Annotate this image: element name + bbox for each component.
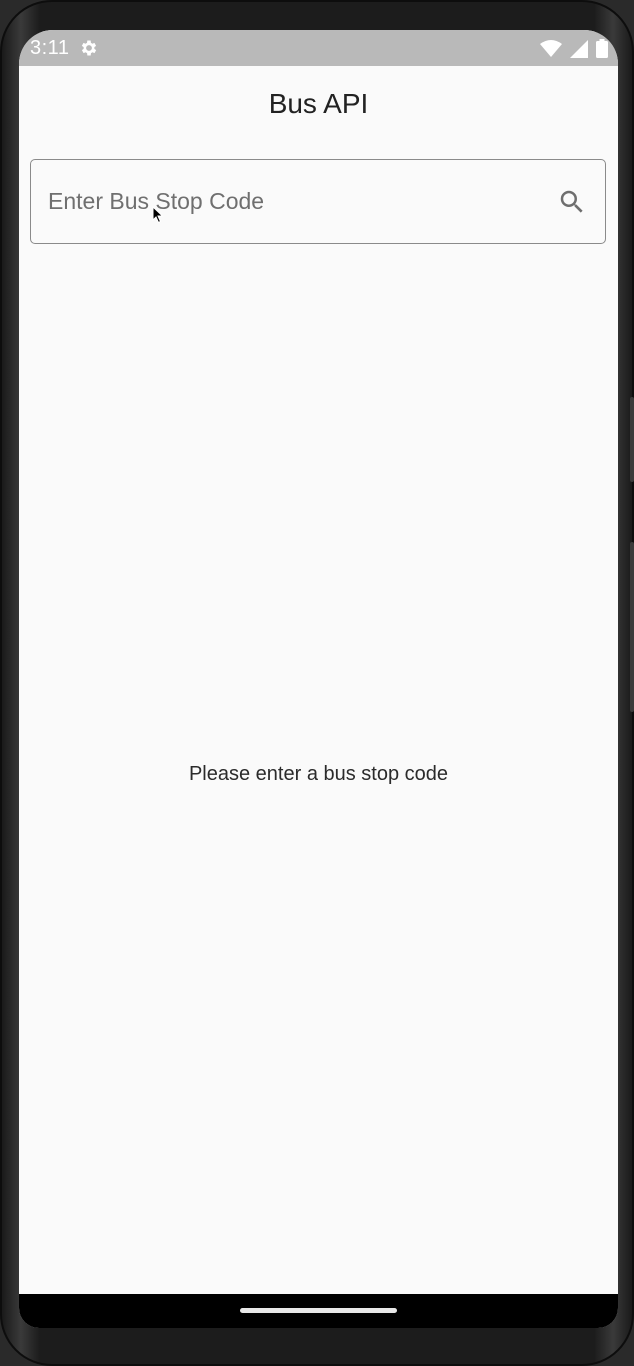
app-title: Bus API <box>268 88 369 119</box>
phone-frame: 3:11 Bus API Enter Bus Stop Code Please … <box>0 0 634 1366</box>
power-button <box>630 397 634 482</box>
app-screen: 3:11 Bus API Enter Bus Stop Code Please … <box>19 30 618 1328</box>
search-icon[interactable] <box>557 187 587 217</box>
volume-button <box>630 542 634 712</box>
status-time: 3:11 <box>30 37 70 59</box>
empty-state-message: Please enter a bus stop code <box>188 763 449 785</box>
mouse-cursor-icon <box>152 206 164 224</box>
navigation-bar <box>19 1294 618 1328</box>
signal-icon <box>570 39 588 58</box>
wifi-icon <box>540 39 562 57</box>
status-bar: 3:11 <box>19 30 618 66</box>
home-indicator[interactable] <box>240 1308 397 1313</box>
bus-stop-code-input[interactable] <box>48 160 528 243</box>
search-field[interactable] <box>30 159 606 244</box>
settings-gear-icon <box>81 40 97 56</box>
battery-icon <box>596 39 608 58</box>
